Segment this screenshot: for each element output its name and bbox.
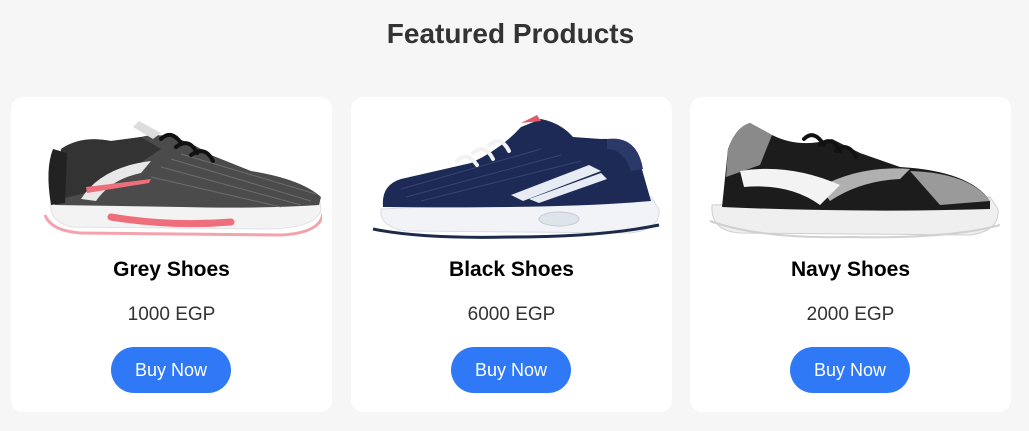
buy-now-button[interactable]: Buy Now [111,347,231,393]
product-price: 2000 EGP [806,304,895,325]
product-name: Black Shoes [449,258,574,281]
product-card: Navy Shoes 2000 EGP Buy Now [690,97,1011,412]
product-name: Navy Shoes [790,258,911,281]
navy-sneaker-icon[interactable] [361,109,662,244]
product-card: Grey Shoes 1000 EGP Buy Now [11,97,332,412]
product-price: 6000 EGP [467,304,556,325]
grey-sneaker-icon[interactable] [21,109,322,244]
buy-now-button[interactable]: Buy Now [790,347,910,393]
buy-now-button[interactable]: Buy Now [451,347,571,393]
product-card: Black Shoes 6000 EGP Buy Now [351,97,672,412]
product-name: Grey Shoes [113,258,230,281]
black-grey-sneaker-icon[interactable] [700,109,1001,244]
page-title: Featured Products [386,18,635,49]
product-price: 1000 EGP [127,304,216,325]
